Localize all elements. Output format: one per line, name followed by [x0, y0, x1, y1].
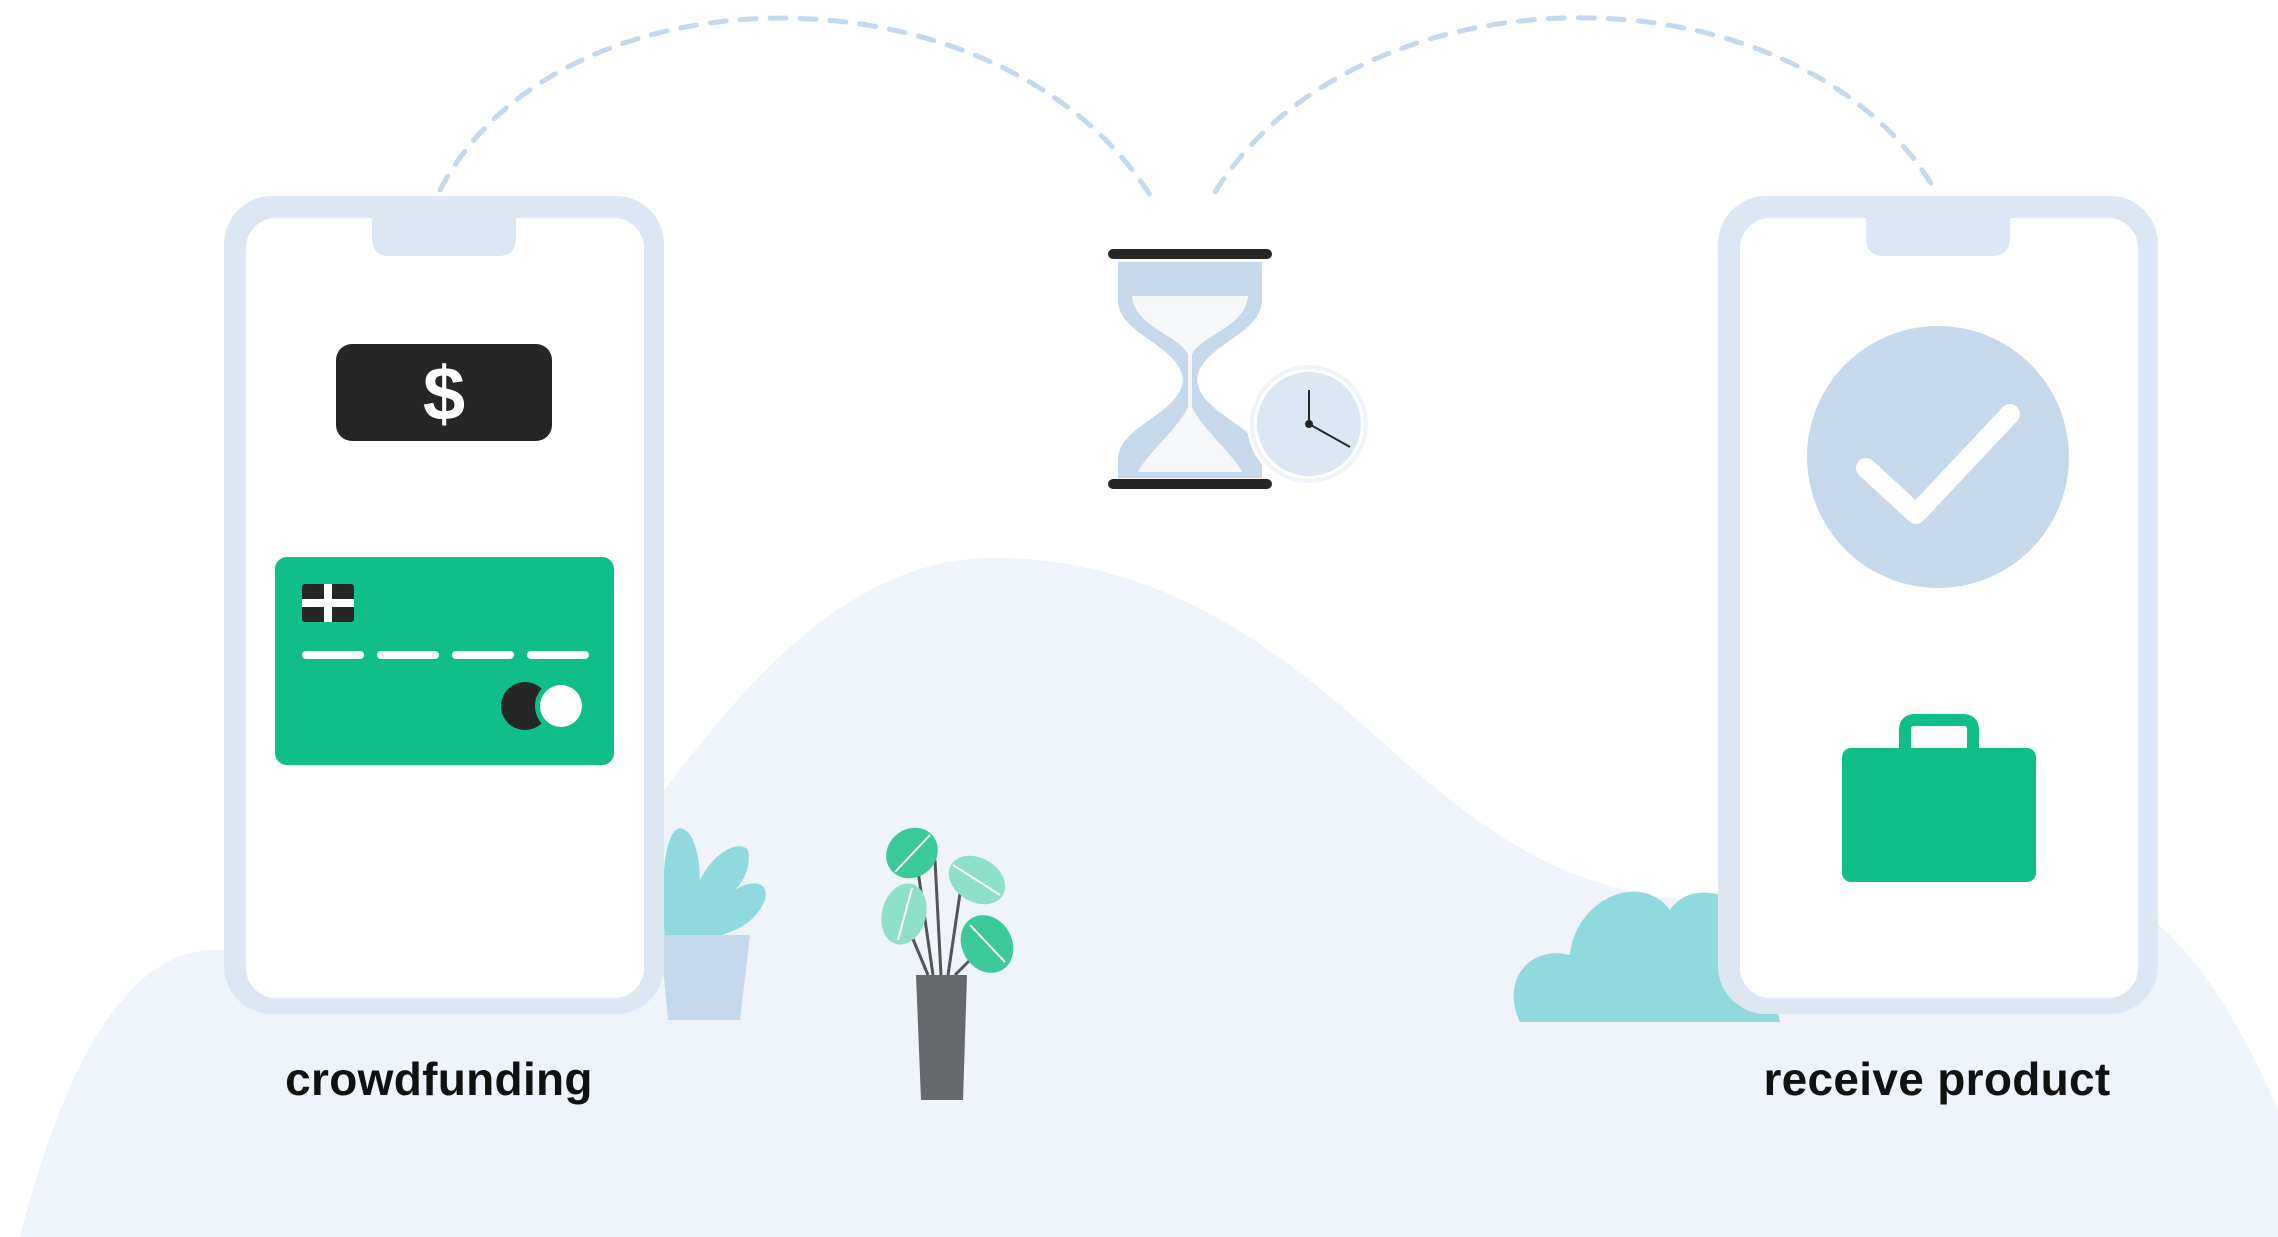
step-label-receive-product: receive product — [1763, 1053, 2111, 1105]
process-illustration: $ crowdfunding receive product — [0, 0, 2278, 1237]
dashed-arc-left — [437, 15, 1153, 198]
dashed-arc-right — [1212, 15, 1938, 195]
phone-crowdfunding: $ — [224, 196, 664, 1014]
checkmark-icon — [1807, 326, 2069, 588]
hourglass-icon — [1108, 249, 1272, 489]
credit-card-icon — [275, 557, 614, 765]
clock-icon — [1247, 362, 1371, 486]
step-label-crowdfunding: crowdfunding — [285, 1053, 593, 1105]
dollar-sign: $ — [423, 352, 465, 437]
card-logo-light — [540, 685, 582, 727]
phone-receive-product — [1718, 196, 2158, 1014]
dollar-bill-icon: $ — [336, 344, 552, 441]
